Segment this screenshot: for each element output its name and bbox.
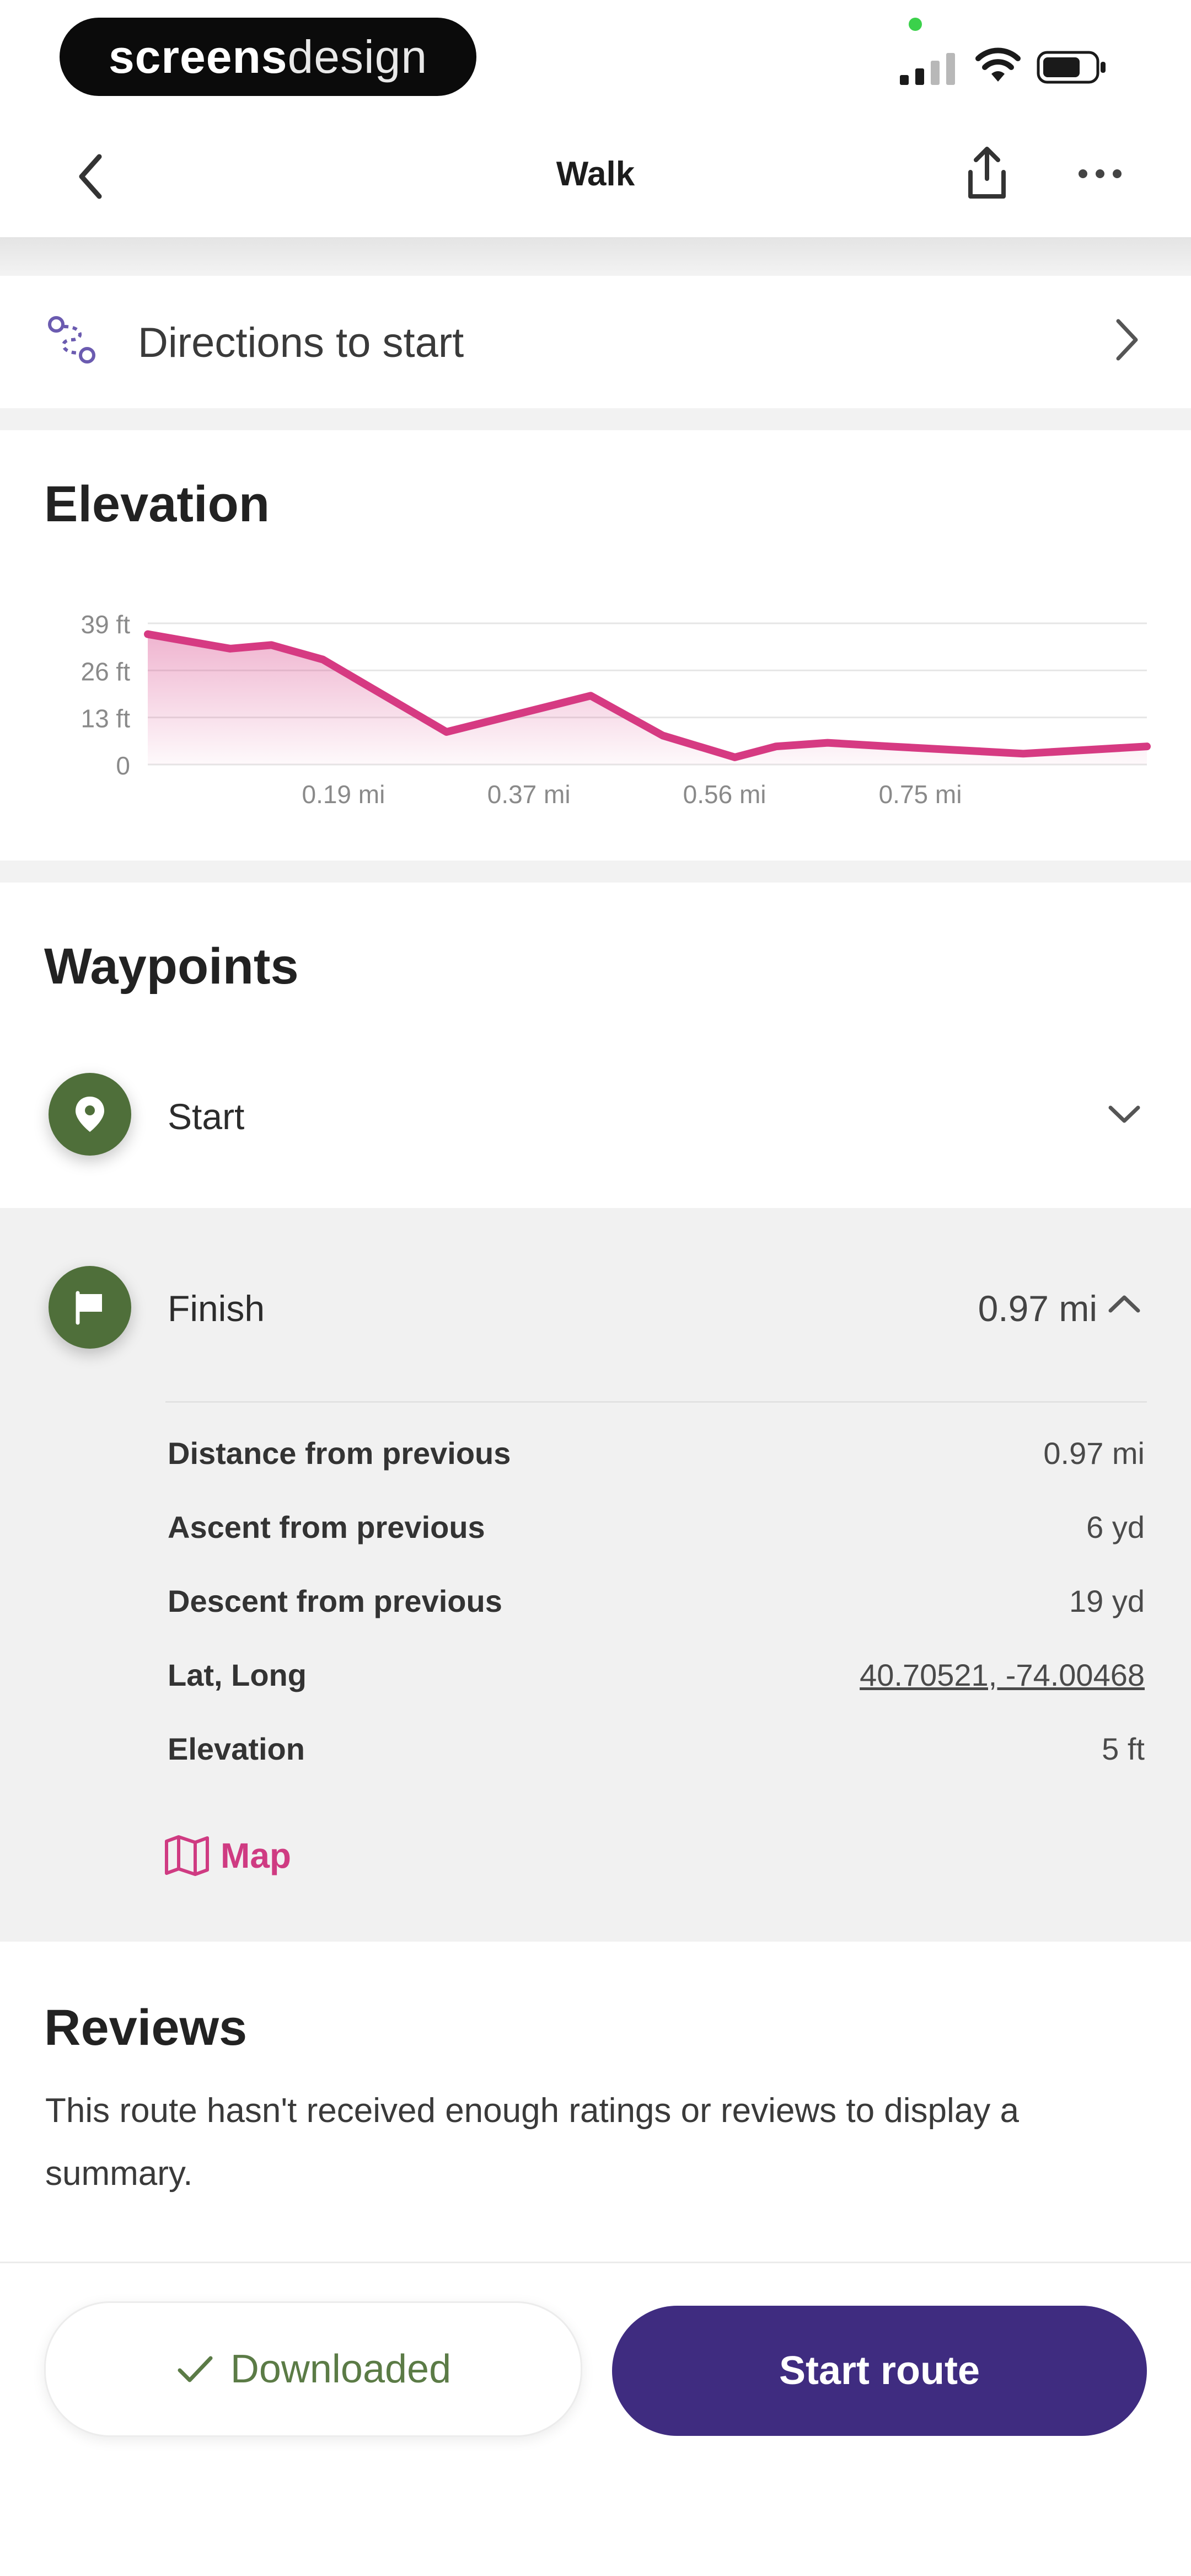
section-divider (0, 861, 1191, 883)
battery-icon (1037, 51, 1106, 84)
brand-light: design (287, 30, 428, 83)
waypoint-start-label: Start (168, 1096, 245, 1137)
flag-icon (76, 1291, 102, 1325)
detail-value: 6 yd (1086, 1510, 1145, 1544)
waypoint-finish-row[interactable]: Finish 0.97 mi (0, 1258, 1191, 1357)
detail-value: 5 ft (1102, 1731, 1145, 1766)
detail-value: 19 yd (1069, 1584, 1145, 1618)
chevron-up-icon (1108, 1295, 1140, 1313)
privacy-indicator-dot (909, 18, 922, 31)
checkmark-icon (178, 2356, 213, 2382)
elevation-title: Elevation (44, 476, 270, 532)
screensdesign-badge: screens design (60, 18, 476, 96)
x-tick-label: 0.37 mi (487, 780, 571, 809)
downloaded-button[interactable]: Downloaded (44, 2301, 582, 2437)
downloaded-label: Downloaded (230, 2347, 452, 2391)
more-options-icon[interactable] (1075, 165, 1125, 182)
reviews-summary-text: This route hasn't received enough rating… (45, 2092, 1020, 2193)
directions-icon (48, 316, 95, 364)
bottom-bar-divider (0, 2262, 1191, 2263)
section-divider (0, 408, 1191, 430)
detail-label: Elevation (168, 1731, 305, 1766)
x-tick-label: 0.75 mi (879, 780, 962, 809)
start-route-button[interactable]: Start route (612, 2306, 1147, 2436)
detail-label: Distance from previous (168, 1436, 511, 1471)
y-tick-label: 39 ft (81, 610, 130, 639)
header-divider (0, 237, 1191, 276)
location-pin-icon (76, 1097, 104, 1132)
detail-value: 0.97 mi (1043, 1436, 1145, 1471)
y-tick-label: 0 (116, 751, 130, 780)
reviews-title: Reviews (44, 2000, 248, 2056)
chevron-down-icon (1108, 1105, 1140, 1123)
elevation-chart: 39 ft 26 ft 13 ft 0 0.19 mi 0.37 mi 0.56 mi 0.… (81, 610, 1151, 809)
chevron-right-icon (1116, 319, 1138, 361)
detail-label: Ascent from previous (168, 1510, 485, 1544)
waypoint-pin (49, 1266, 131, 1349)
y-tick-label: 13 ft (81, 704, 130, 733)
share-icon[interactable] (961, 145, 1013, 202)
directions-label: Directions to start (138, 319, 464, 366)
wifi-icon (975, 47, 1021, 82)
y-tick-label: 26 ft (81, 657, 130, 686)
lat-long-link[interactable]: 40.70521, -74.00468 (860, 1657, 1145, 1693)
waypoint-start-row[interactable]: Start (0, 1065, 1191, 1164)
x-tick-label: 0.56 mi (683, 780, 766, 809)
x-tick-label: 0.19 mi (302, 780, 385, 809)
cellular-signal-icon (900, 49, 955, 85)
brand-bold: screens (108, 30, 288, 83)
detail-label: Descent from previous (168, 1584, 502, 1618)
waypoint-finish-label: Finish (168, 1288, 265, 1329)
waypoint-pin (49, 1073, 131, 1156)
map-link-label: Map (221, 1836, 291, 1875)
waypoints-title: Waypoints (44, 938, 299, 995)
finish-details-divider (165, 1401, 1147, 1403)
map-link[interactable]: Map (163, 1835, 291, 1877)
map-icon (165, 1835, 209, 1876)
detail-label: Lat, Long (168, 1658, 307, 1692)
waypoint-finish-distance: 0.97 mi (978, 1288, 1097, 1329)
